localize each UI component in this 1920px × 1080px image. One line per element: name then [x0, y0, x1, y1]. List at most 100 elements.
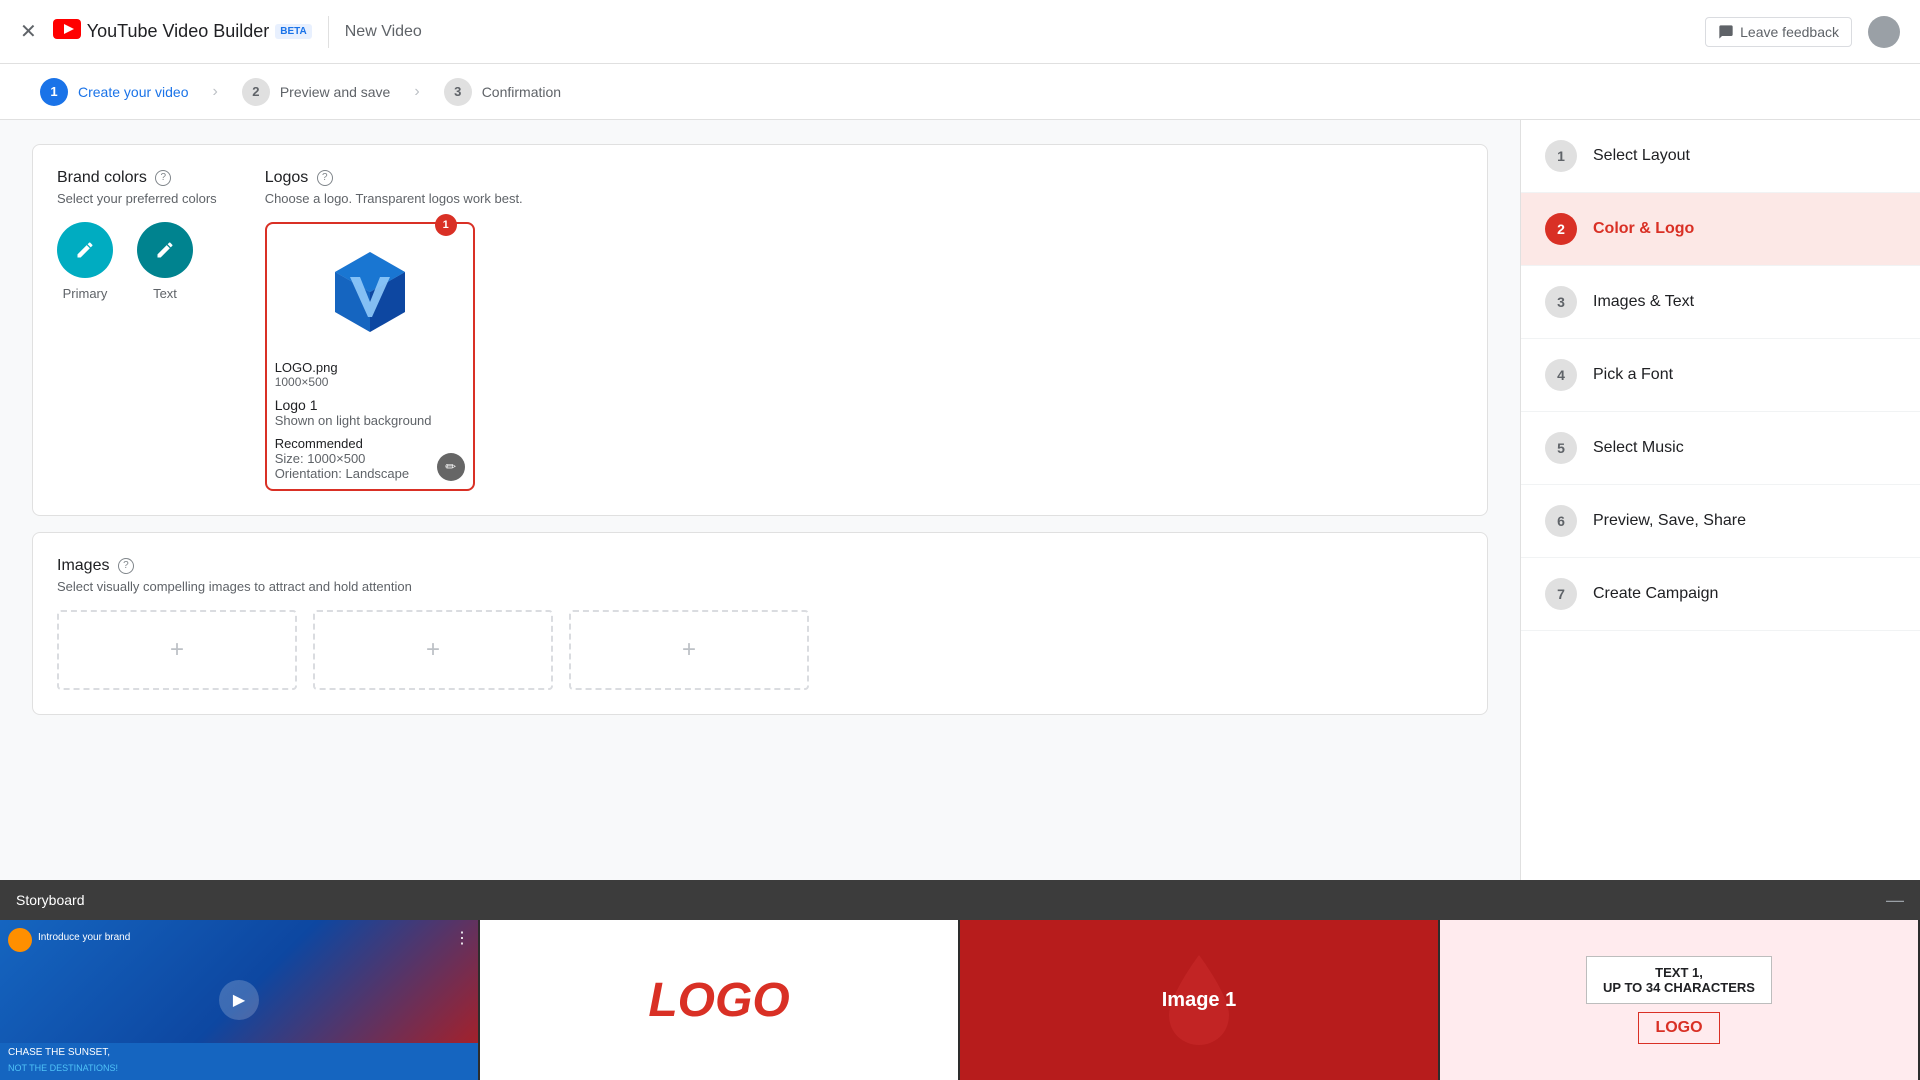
- images-card: Images ? Select visually compelling imag…: [32, 532, 1488, 715]
- feedback-label: Leave feedback: [1740, 24, 1839, 40]
- logo-image: [320, 247, 420, 337]
- header-divider: [328, 16, 329, 48]
- sidebar-item-select-music[interactable]: 5 Select Music: [1521, 412, 1920, 485]
- frame-1-captions: CHASE THE SUNSET, NOT THE DESTINATIONS!: [0, 1043, 478, 1080]
- sidebar-item-7-label: Create Campaign: [1593, 585, 1718, 603]
- step-1-number: 1: [40, 78, 68, 106]
- images-subtitle: Select visually compelling images to att…: [57, 579, 1463, 594]
- step-3-number: 3: [444, 78, 472, 106]
- sidebar-item-create-campaign[interactable]: 7 Create Campaign: [1521, 558, 1920, 631]
- storyboard-frames: Introduce your brand ▶ CHASE THE SUNSET,…: [0, 920, 1920, 1080]
- logo-card-inner: [275, 232, 465, 352]
- feedback-button[interactable]: Leave feedback: [1705, 17, 1852, 47]
- brand-colors-title: Brand colors ?: [57, 169, 217, 187]
- frame-1-caption-1: CHASE THE SUNSET,: [8, 1047, 470, 1058]
- sidebar-item-3-label: Images & Text: [1593, 293, 1694, 311]
- beta-badge: BETA: [275, 24, 311, 39]
- sidebar-item-2-label: Color & Logo: [1593, 220, 1694, 238]
- app-name: YouTube Video Builder: [87, 21, 269, 42]
- sidebar-item-pick-font[interactable]: 4 Pick a Font: [1521, 339, 1920, 412]
- sidebar-item-6-label: Preview, Save, Share: [1593, 512, 1746, 530]
- frame-1-caption-2: NOT THE DESTINATIONS!: [8, 1063, 118, 1073]
- logo-card[interactable]: 1: [265, 222, 475, 491]
- step-1-label: Create your video: [78, 84, 189, 100]
- text-color-circle[interactable]: [137, 222, 193, 278]
- storyboard-minimize-button[interactable]: —: [1886, 890, 1904, 911]
- sidebar-item-select-layout[interactable]: 1 Select Layout: [1521, 120, 1920, 193]
- logos-subtitle: Choose a logo. Transparent logos work be…: [265, 191, 1463, 206]
- sidebar-step-5-num: 5: [1545, 432, 1577, 464]
- frame-1-title: Introduce your brand: [38, 932, 130, 943]
- logo-badge: 1: [435, 214, 457, 236]
- color-circles: Primary Text: [57, 222, 217, 301]
- youtube-icon: [53, 18, 81, 46]
- brand-logos-card: Brand colors ? Select your preferred col…: [32, 144, 1488, 516]
- logo-recommended-label: Recommended: [275, 436, 465, 451]
- storyboard-frame-2[interactable]: LOGO: [480, 920, 960, 1080]
- step-3[interactable]: 3 Confirmation: [444, 78, 585, 106]
- frame-1-play-button[interactable]: ▶: [219, 980, 259, 1020]
- app-logo: YouTube Video Builder BETA: [53, 18, 312, 46]
- primary-color-wrap: Primary: [57, 222, 113, 301]
- image-placeholder-2[interactable]: +: [313, 610, 553, 690]
- card-row: Brand colors ? Select your preferred col…: [57, 169, 1463, 491]
- logo-grid: 1: [265, 222, 1463, 491]
- step-3-label: Confirmation: [482, 84, 561, 100]
- logos-title: Logos ?: [265, 169, 1463, 187]
- logo-name: Logo 1: [275, 397, 465, 413]
- page-title: New Video: [345, 23, 422, 41]
- logos-section: Logos ? Choose a logo. Transparent logos…: [265, 169, 1463, 491]
- logo-dims: 1000×500: [275, 375, 465, 389]
- sidebar-step-7-num: 7: [1545, 578, 1577, 610]
- frame-4-text-2: UP TO 34 CHARACTERS: [1603, 980, 1755, 995]
- step-2[interactable]: 2 Preview and save: [242, 78, 415, 106]
- frame-2-logo: LOGO: [648, 973, 789, 1028]
- app-header: ✕ YouTube Video Builder BETA New Video L…: [0, 0, 1920, 64]
- step-2-label: Preview and save: [280, 84, 391, 100]
- frame-1-avatar: [8, 928, 32, 952]
- image-placeholder-1[interactable]: +: [57, 610, 297, 690]
- sidebar-item-preview-save[interactable]: 6 Preview, Save, Share: [1521, 485, 1920, 558]
- storyboard-title: Storyboard: [16, 892, 84, 908]
- brand-colors-info-icon[interactable]: ?: [155, 170, 171, 186]
- frame-4-text-box: TEXT 1, UP TO 34 CHARACTERS: [1586, 956, 1772, 1004]
- images-title: Images ?: [57, 557, 1463, 575]
- sidebar-step-6-num: 6: [1545, 505, 1577, 537]
- frame-1-menu-icon[interactable]: ⋮: [454, 928, 470, 948]
- sidebar-item-color-logo[interactable]: 2 Color & Logo: [1521, 193, 1920, 266]
- sidebar-item-images-text[interactable]: 3 Images & Text: [1521, 266, 1920, 339]
- steps-bar: 1 Create your video › 2 Preview and save…: [0, 64, 1920, 120]
- sidebar-step-1-num: 1: [1545, 140, 1577, 172]
- frame-4-text-1: TEXT 1,: [1603, 965, 1755, 980]
- sidebar-item-1-label: Select Layout: [1593, 147, 1690, 165]
- primary-color-circle[interactable]: [57, 222, 113, 278]
- frame-4-logo: LOGO: [1638, 1012, 1719, 1044]
- user-avatar[interactable]: [1868, 16, 1900, 48]
- frame-3-label: Image 1: [1162, 989, 1236, 1012]
- logo-filename: LOGO.png: [275, 360, 465, 375]
- sidebar-item-5-label: Select Music: [1593, 439, 1684, 457]
- primary-label: Primary: [63, 286, 108, 301]
- sidebar-item-4-label: Pick a Font: [1593, 366, 1673, 384]
- sidebar-step-3-num: 3: [1545, 286, 1577, 318]
- sidebar-step-2-num: 2: [1545, 213, 1577, 245]
- logos-info-icon[interactable]: ?: [317, 170, 333, 186]
- storyboard-frame-4[interactable]: TEXT 1, UP TO 34 CHARACTERS LOGO: [1440, 920, 1920, 1080]
- brand-colors-section: Brand colors ? Select your preferred col…: [57, 169, 217, 491]
- images-info-icon[interactable]: ?: [118, 558, 134, 574]
- image-placeholders: + + +: [57, 610, 1463, 690]
- text-color-label: Text: [153, 286, 177, 301]
- storyboard-frame-3[interactable]: Image 1: [960, 920, 1440, 1080]
- step-1[interactable]: 1 Create your video: [40, 78, 213, 106]
- close-icon[interactable]: ✕: [20, 19, 37, 44]
- step-2-number: 2: [242, 78, 270, 106]
- frame-3-container: Image 1: [960, 920, 1438, 1080]
- logo-info: LOGO.png 1000×500: [275, 360, 465, 389]
- sidebar-step-4-num: 4: [1545, 359, 1577, 391]
- logo-edit-button[interactable]: ✏: [437, 453, 465, 481]
- image-placeholder-3[interactable]: +: [569, 610, 809, 690]
- brand-colors-subtitle: Select your preferred colors: [57, 191, 217, 206]
- storyboard: Storyboard — Introduce your brand ▶ CHAS…: [0, 880, 1920, 1080]
- storyboard-frame-1[interactable]: Introduce your brand ▶ CHASE THE SUNSET,…: [0, 920, 480, 1080]
- storyboard-header: Storyboard —: [0, 880, 1920, 920]
